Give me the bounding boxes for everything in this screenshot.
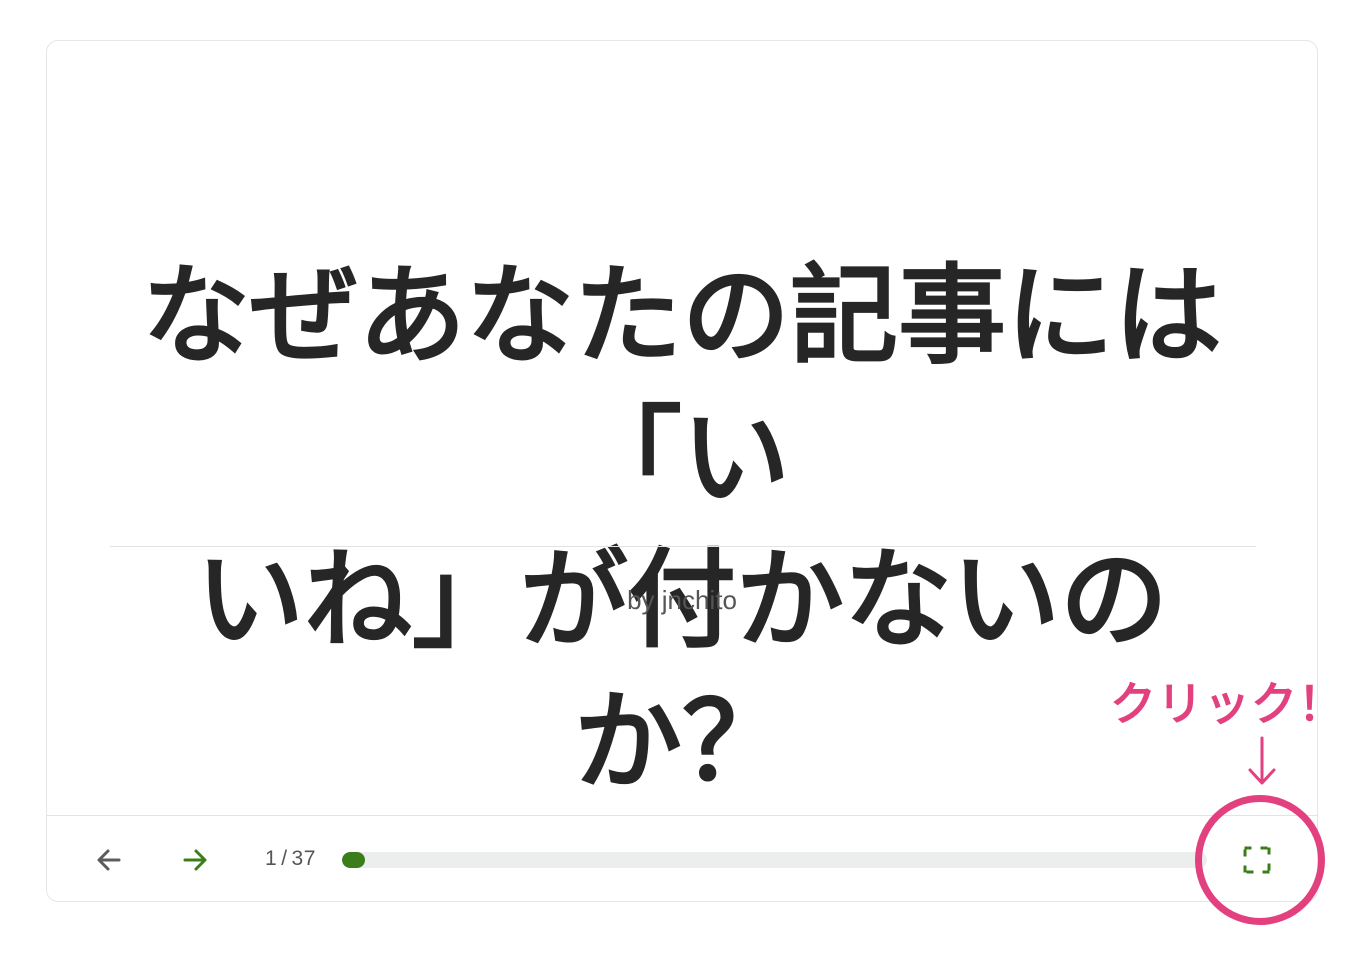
slide-author: by jnchito: [627, 585, 737, 615]
annotation-arrow-down-icon: [1248, 736, 1276, 785]
arrow-right-icon: [183, 849, 207, 871]
click-annotation-label: クリック！: [1110, 677, 1345, 731]
fullscreen-button[interactable]: [1239, 842, 1275, 878]
slide-divider: [110, 546, 1256, 547]
page-separator: /: [281, 847, 288, 870]
slide-viewer: なぜあなたの記事には「い いね」が付かないのか？ by jnchito 1/37: [46, 40, 1318, 902]
current-page: 1: [265, 847, 278, 870]
previous-slide-button[interactable]: [91, 842, 127, 878]
total-pages: 37: [291, 847, 316, 870]
fullscreen-icon: [1243, 846, 1271, 874]
page-counter: 1/37: [265, 847, 316, 871]
slide-title-line-2: いね」が付かないのか？: [195, 538, 1168, 805]
slide-control-bar: 1/37: [47, 815, 1317, 902]
next-slide-button[interactable]: [177, 842, 213, 878]
arrow-left-icon: [97, 849, 121, 871]
slide-title-line-1: なぜあなたの記事には「い: [141, 254, 1222, 521]
slide-title: なぜあなたの記事には「い いね」が付かないのか？: [107, 246, 1257, 814]
slide-progress-fill: [342, 852, 366, 868]
slide-progress-bar[interactable]: [342, 852, 1207, 868]
